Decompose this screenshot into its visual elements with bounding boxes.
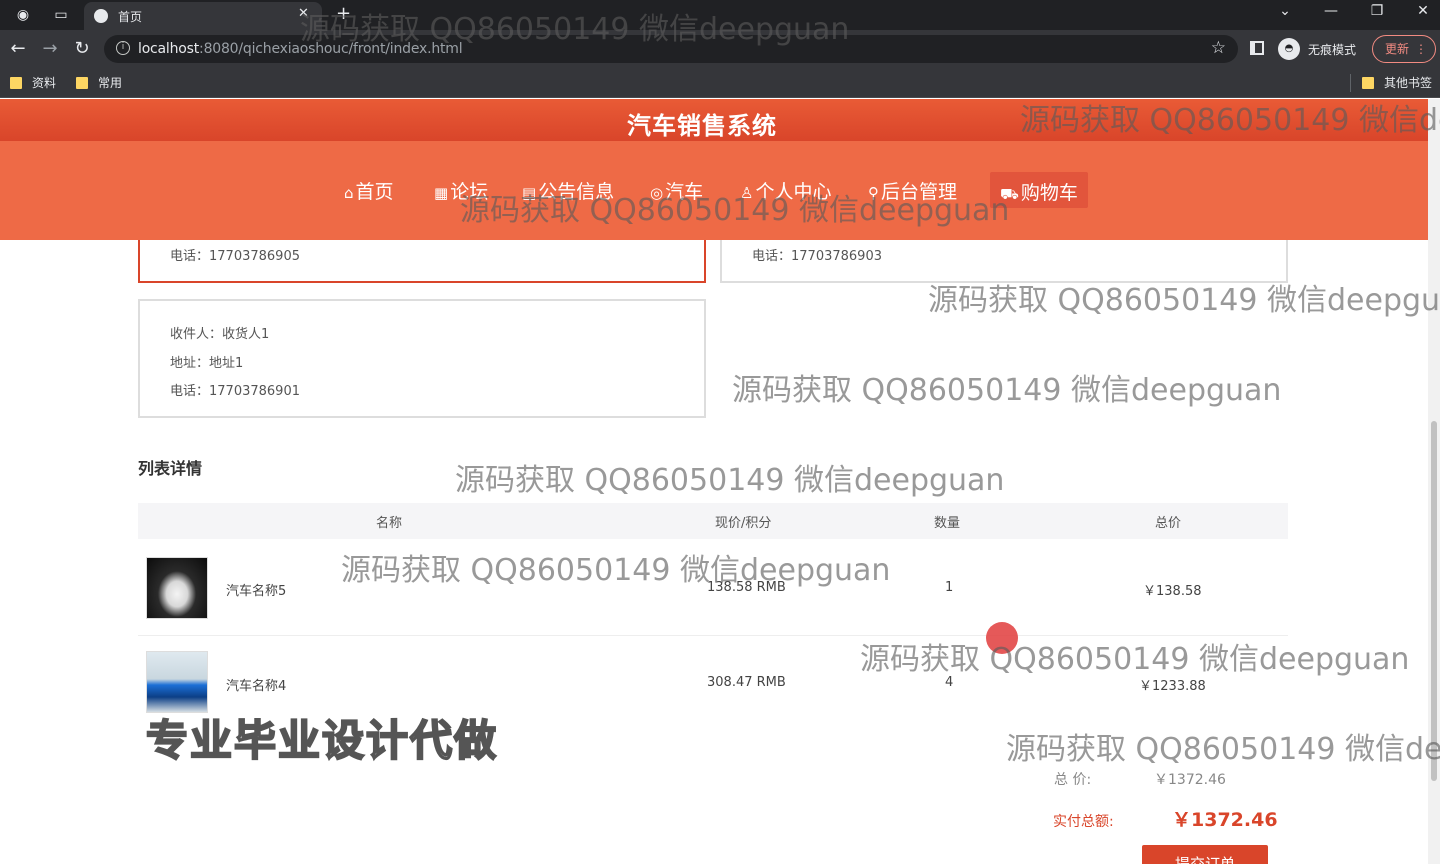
cursor-highlight (986, 622, 1018, 654)
back-icon[interactable]: ← (6, 38, 30, 59)
nav-notice[interactable]: ▤ 公告信息 (522, 177, 614, 204)
globe-icon (94, 9, 108, 23)
column-header-total: 总价 (1155, 516, 1182, 531)
page-viewport: 电话：17703786905 电话：17703786903 收件人：收货人1 地… (0, 99, 1440, 864)
section-title: 列表详情 (138, 459, 203, 478)
item-name[interactable]: 汽车名称5 (226, 580, 286, 599)
car-image[interactable] (146, 651, 208, 713)
user-icon: ♙ (740, 184, 754, 202)
other-bookmarks[interactable]: 其他书签 (1362, 74, 1432, 91)
new-tab-icon[interactable]: + (336, 3, 351, 24)
address-detail: 地址：地址1 (170, 356, 244, 371)
window-close-icon[interactable]: ✕ (1408, 3, 1438, 19)
scrollbar[interactable] (1428, 99, 1440, 864)
bookmarks-bar: 资料 常用 其他书签 (0, 68, 1440, 98)
incognito-label: 无痕模式 (1308, 42, 1357, 57)
item-qty: 1 (945, 580, 954, 595)
chevron-down-icon[interactable]: ⌄ (1270, 3, 1300, 19)
more-icon: ⋮ (1415, 42, 1427, 56)
browser-tab[interactable]: 首页 ✕ (84, 2, 322, 30)
bookmark-star-icon[interactable]: ☆ (1211, 38, 1226, 58)
car-image[interactable] (146, 557, 208, 619)
address-card[interactable]: 收件人：收货人1 地址：地址1 电话：17703786901 (138, 299, 706, 418)
close-icon[interactable]: ✕ (298, 6, 309, 21)
forward-icon[interactable]: → (38, 38, 62, 59)
link-icon: ⚲ (868, 184, 879, 202)
table-header: 名称 现价/积分 数量 总价 (138, 503, 1288, 539)
address-phone: 电话：17703786901 (170, 384, 300, 399)
pay-value: ￥1372.46 (1172, 809, 1278, 831)
address-phone: 电话：17703786905 (170, 249, 300, 264)
car-icon: ◎ (650, 184, 664, 202)
tab-search-icon[interactable]: ▭ (50, 5, 72, 25)
column-header-name: 名称 (376, 516, 403, 531)
site-title: 汽车销售系统 (627, 112, 777, 140)
column-header-price: 现价/积分 (715, 516, 772, 531)
bookmark-folder[interactable]: 常用 (76, 74, 122, 91)
folder-icon (1362, 76, 1374, 89)
home-icon: ⌂ (344, 184, 354, 202)
browser-menu-icon[interactable]: ◉ (12, 5, 34, 25)
info-icon[interactable]: i (116, 41, 130, 55)
reading-mode-icon[interactable] (1250, 41, 1264, 55)
site-nav: ⌂ 首页 ▦ 论坛 ▤ 公告信息 ◎ 汽车 ♙ 个人中心 ⚲ 后台管理 ⛟ 购物车 (0, 141, 1428, 240)
pay-label: 实付总额: (1053, 814, 1114, 830)
site-header: 汽车销售系统 (0, 99, 1428, 141)
browser-tab-bar: ◉ ▭ 首页 ✕ + ⌄ — ❐ ✕ (0, 0, 1440, 30)
cart-icon: ⛟ (1000, 185, 1019, 203)
url-text: localhost:8080/qichexiaoshouc/front/inde… (138, 41, 463, 57)
bookmark-folder[interactable]: 资料 (10, 74, 56, 91)
browser-toolbar: ← → ↻ i localhost:8080/qichexiaoshouc/fr… (0, 30, 1440, 68)
divider (138, 635, 1288, 636)
total-label: 总 价: (1054, 772, 1092, 788)
address-recipient: 收件人：收货人1 (170, 327, 270, 342)
item-price: 138.58 RMB (707, 580, 786, 595)
nav-personal-center[interactable]: ♙ 个人中心 (740, 177, 831, 204)
update-button[interactable]: 更新 ⋮ (1372, 35, 1436, 63)
incognito-icon: ◓ (1278, 38, 1300, 60)
item-name[interactable]: 汽车名称4 (226, 675, 286, 694)
address-bar[interactable]: i localhost:8080/qichexiaoshouc/front/in… (104, 35, 1238, 63)
reload-icon[interactable]: ↻ (70, 38, 94, 59)
tab-title: 首页 (118, 10, 143, 24)
item-qty: 4 (945, 675, 954, 690)
promo-overlay-text: 专业毕业设计代做 (145, 715, 499, 766)
nav-admin[interactable]: ⚲ 后台管理 (868, 177, 957, 204)
scrollbar-thumb[interactable] (1431, 421, 1437, 781)
nav-car[interactable]: ◎ 汽车 (650, 177, 703, 204)
grid-icon: ▦ (434, 184, 449, 202)
column-header-qty: 数量 (934, 516, 961, 531)
address-phone: 电话：17703786903 (752, 249, 882, 264)
folder-icon (10, 76, 22, 89)
item-total: ￥138.58 (1143, 584, 1202, 599)
nav-cart[interactable]: ⛟ 购物车 (990, 172, 1088, 208)
incognito-indicator[interactable]: ◓ 无痕模式 (1278, 37, 1356, 61)
nav-forum[interactable]: ▦ 论坛 (434, 177, 488, 204)
total-value: ￥1372.46 (1154, 772, 1226, 788)
divider (1350, 74, 1351, 92)
notice-icon: ▤ (522, 184, 537, 202)
item-price: 308.47 RMB (707, 675, 786, 690)
minimize-icon[interactable]: — (1316, 3, 1346, 19)
nav-home[interactable]: ⌂ 首页 (344, 177, 394, 204)
restore-icon[interactable]: ❐ (1362, 3, 1392, 19)
item-total: ￥1233.88 (1139, 679, 1206, 694)
submit-order-button[interactable]: 提交订单 (1142, 845, 1268, 864)
folder-icon (76, 76, 88, 89)
